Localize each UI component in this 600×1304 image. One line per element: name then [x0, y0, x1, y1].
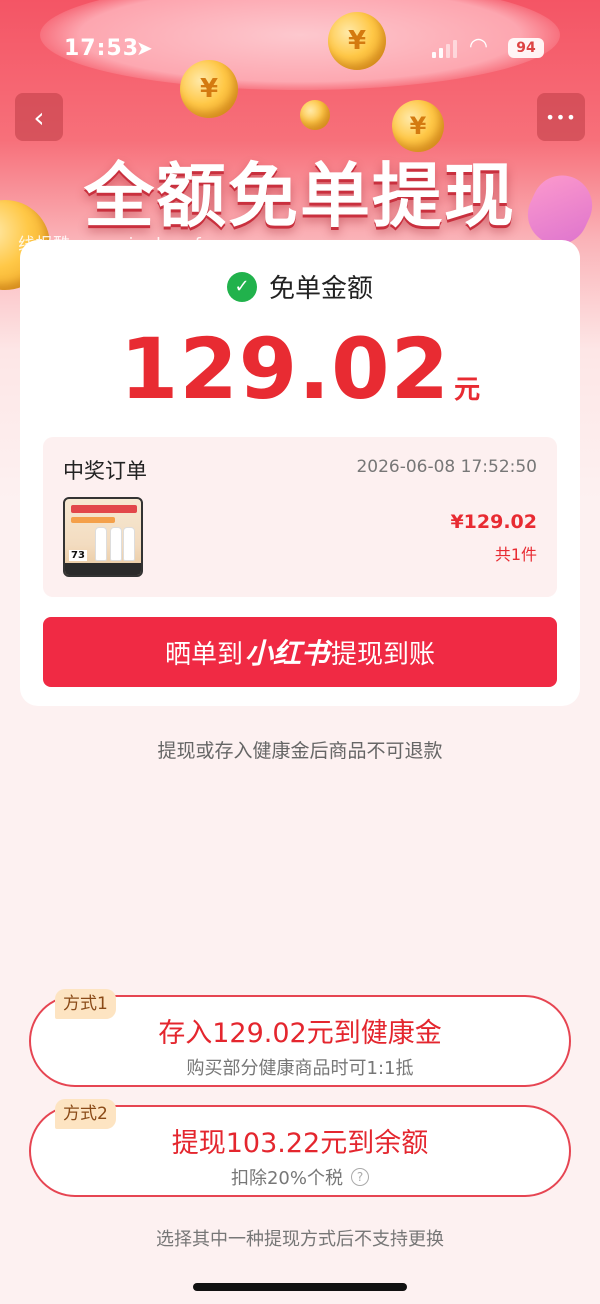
free-amount: 129.02 元: [20, 320, 580, 418]
free-amount-label: 免单金额: [268, 274, 373, 304]
check-circle-icon: ✓: [226, 271, 257, 302]
order-item-count: 共1件: [494, 545, 537, 564]
order-time: 2026-06-08 17:52:50: [356, 457, 537, 477]
status-time: 17:53: [64, 36, 140, 61]
home-indicator[interactable]: [193, 1283, 407, 1291]
product-thumbnail[interactable]: 73: [63, 497, 143, 577]
help-question-icon[interactable]: ?: [351, 1168, 369, 1186]
option-sub: 购买部分健康商品时可1:1抵: [31, 1054, 569, 1080]
wifi-icon: ◠: [470, 34, 487, 59]
free-order-card: ✓ 免单金额 129.02 元 中奖订单 2026-06-08 17:52:50 …: [20, 240, 580, 706]
status-bar: 17:53 ➤ ◠ 94: [0, 30, 600, 70]
option-badge: 方式1: [55, 989, 116, 1019]
option-sub: 扣除20%个税 ?: [31, 1164, 569, 1190]
thumbnail-tag: 73: [69, 550, 87, 561]
more-button[interactable]: •••: [537, 93, 585, 141]
option-health-fund-button[interactable]: 方式1 存入129.02元到健康金 购买部分健康商品时可1:1抵: [29, 989, 571, 1087]
refund-notice: 提现或存入健康金后商品不可退款: [157, 740, 443, 762]
share-suffix: 提现到账: [331, 639, 436, 670]
order-price: ¥129.02: [450, 511, 537, 533]
xiaohongshu-logo: 小红书: [244, 637, 329, 670]
chevron-left-icon: ‹: [33, 100, 45, 134]
page-title: 全额免单提现: [84, 155, 516, 237]
option-sub-text: 扣除20%个税: [230, 1168, 343, 1189]
share-prefix: 晒单到: [164, 639, 243, 670]
winning-order[interactable]: 中奖订单 2026-06-08 17:52:50 73 ¥129.02 共1件: [43, 437, 557, 597]
amount-value: 129.02: [119, 320, 451, 418]
more-dots-icon: •••: [545, 107, 577, 127]
free-amount-header: ✓ 免单金额: [20, 268, 580, 305]
back-button[interactable]: ‹: [15, 93, 63, 141]
battery-icon: 94: [508, 38, 544, 58]
coin-icon: [300, 100, 330, 130]
footnote: 选择其中一种提现方式后不支持更换: [156, 1229, 444, 1250]
option-withdraw-balance-button[interactable]: 方式2 提现103.22元到余额 扣除20%个税 ?: [29, 1099, 571, 1197]
amount-unit: 元: [454, 375, 481, 405]
location-arrow-icon: ➤: [136, 36, 153, 60]
option-badge: 方式2: [55, 1099, 116, 1129]
share-to-xiaohongshu-button[interactable]: 晒单到 小红书 提现到账: [43, 617, 557, 687]
cellular-signal-icon: [432, 40, 457, 58]
option-sub-text: 购买部分健康商品时可1:1抵: [186, 1058, 414, 1079]
order-label: 中奖订单: [63, 459, 147, 483]
